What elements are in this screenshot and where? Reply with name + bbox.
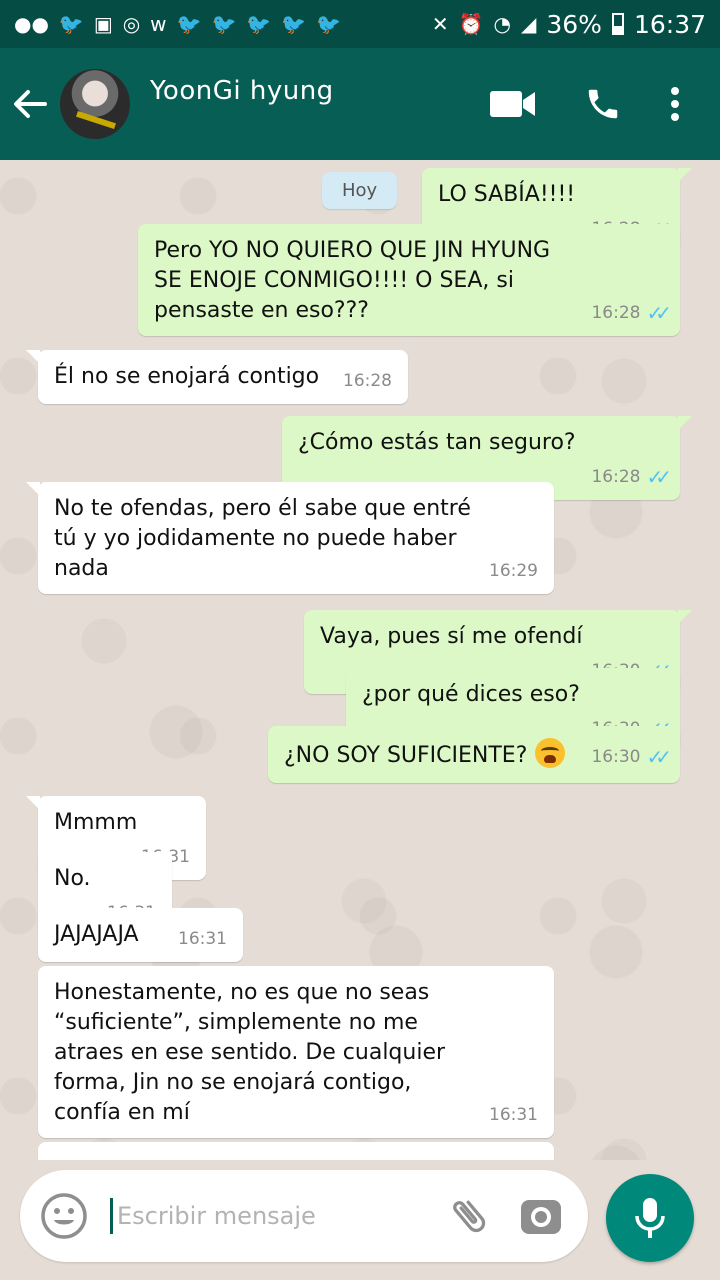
voice-message-button[interactable] xyxy=(606,1174,694,1262)
system-status: ✕ ⏰ ◔ ◢ 36% 16:37 xyxy=(432,10,706,39)
avatar[interactable] xyxy=(60,69,130,139)
chat-header: YoonGi hyung xyxy=(0,48,720,160)
message-text: Mmmm xyxy=(54,810,138,835)
message-text: Él no se enojará contigo xyxy=(54,364,320,389)
incoming-message[interactable] xyxy=(38,1142,554,1160)
message-text: JAJAJAJA xyxy=(54,922,139,947)
read-ticks-icon: ✓✓ xyxy=(646,465,671,489)
message-meta: 16:29 xyxy=(72,560,538,582)
attach-button[interactable] xyxy=(444,1191,494,1241)
phone-icon xyxy=(588,89,618,119)
clock: 16:37 xyxy=(633,9,706,39)
microphone-icon xyxy=(635,1198,665,1238)
battery-icon xyxy=(611,13,624,35)
message-time: 16:28 xyxy=(591,303,641,323)
incoming-message[interactable]: Él no se enojará contigo 16:28 xyxy=(26,350,408,404)
video-call-button[interactable] xyxy=(490,89,536,119)
incoming-message[interactable]: No te ofendas, pero él sabe que entré tú… xyxy=(26,482,554,594)
chat-notification-icon: ●● xyxy=(14,12,49,36)
camera-button[interactable] xyxy=(516,1191,566,1241)
smiley-icon xyxy=(41,1193,87,1239)
crying-face-icon xyxy=(535,738,566,768)
message-composer xyxy=(20,1170,588,1262)
twitter-icon: 🐦 xyxy=(176,12,202,36)
message-text: ¿Cómo estás tan seguro? xyxy=(298,430,576,455)
overflow-menu-icon xyxy=(671,87,679,121)
contact-name[interactable]: YoonGi hyung xyxy=(150,76,334,106)
outgoing-message[interactable]: Pero YO NO QUIERO QUE JIN HYUNG SE ENOJE… xyxy=(138,224,680,336)
battery-percent: 36% xyxy=(546,9,602,39)
message-text: No. xyxy=(54,866,91,891)
status-bar: ●● 🐦 ▣ ◎ w 🐦 🐦 🐦 🐦 🐦 ✕ ⏰ ◔ ◢ 36% 16:37 xyxy=(0,0,720,48)
header-actions xyxy=(490,85,680,123)
message-meta: 16:28✓✓ xyxy=(591,465,671,489)
wifi-icon: ◔ xyxy=(493,12,511,36)
notification-icons: ●● 🐦 ▣ ◎ w 🐦 🐦 🐦 🐦 🐦 xyxy=(14,12,341,36)
composer-bar xyxy=(0,1160,720,1280)
incoming-message[interactable]: JAJAJAJA 16:31 xyxy=(38,908,243,962)
back-button[interactable] xyxy=(0,89,60,119)
message-text: ¿por qué dices eso? xyxy=(362,682,580,707)
message-text: Vaya, pues sí me ofendí xyxy=(320,624,583,649)
twitter-icon: 🐦 xyxy=(316,12,342,36)
alarm-icon: ⏰ xyxy=(458,12,484,36)
date-divider: Hoy xyxy=(322,172,398,209)
outgoing-message[interactable]: ¿NO SOY SUFICIENTE? 16:30 ✓✓ xyxy=(268,726,680,783)
message-input[interactable] xyxy=(110,1198,444,1234)
message-meta: 16:31 xyxy=(178,928,227,950)
message-meta: 16:30✓✓ xyxy=(591,745,671,769)
incoming-message[interactable]: Honestamente, no es que no seas “suficie… xyxy=(38,966,554,1138)
nfc-off-icon: ✕ xyxy=(431,12,449,36)
message-time: 16:28 xyxy=(591,467,641,487)
read-ticks-icon: ✓✓ xyxy=(646,745,671,769)
message-meta: 16:28 xyxy=(343,370,392,392)
message-time: 16:31 xyxy=(489,1105,538,1125)
more-options-button[interactable] xyxy=(670,86,680,122)
message-time: 16:31 xyxy=(178,929,227,949)
emoji-button[interactable] xyxy=(40,1192,88,1240)
gallery-icon: ▣ xyxy=(93,12,113,36)
paperclip-icon xyxy=(453,1200,486,1233)
chat-messages[interactable]: Hoy LO SABÍA!!!! 16:28✓✓ Pero YO NO QUIE… xyxy=(0,160,720,1160)
message-text: ¿NO SOY SUFICIENTE? xyxy=(284,743,528,768)
voice-call-button[interactable] xyxy=(584,85,622,123)
message-time: 16:30 xyxy=(591,747,641,767)
read-ticks-icon: ✓✓ xyxy=(646,301,671,325)
weverse-icon: w xyxy=(150,12,167,36)
whatsapp-icon: ◎ xyxy=(122,12,141,36)
twitter-icon: 🐦 xyxy=(211,12,237,36)
twitter-icon: 🐦 xyxy=(58,12,84,36)
message-time: 16:29 xyxy=(489,561,538,581)
twitter-icon: 🐦 xyxy=(281,12,307,36)
signal-icon: ◢ xyxy=(520,12,537,36)
message-time: 16:28 xyxy=(343,371,392,391)
twitter-icon: 🐦 xyxy=(246,12,272,36)
camera-icon xyxy=(521,1200,561,1234)
arrow-left-icon xyxy=(14,90,47,118)
message-text: LO SABÍA!!!! xyxy=(438,182,576,207)
video-camera-icon xyxy=(490,91,535,117)
